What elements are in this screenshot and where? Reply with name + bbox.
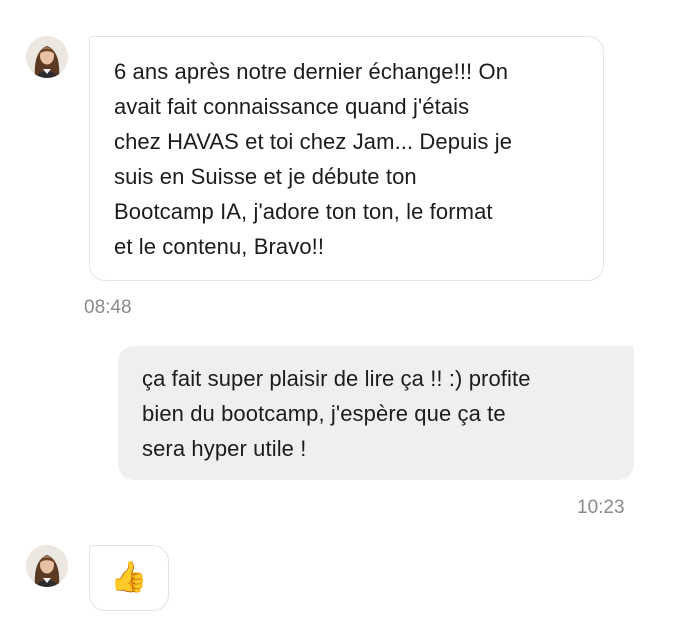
avatar-photo-icon [26,545,68,587]
message-text: 6 ans après notre dernier échange!!! On … [114,59,513,259]
message-timestamp: 08:48 [84,297,132,318]
outgoing-message-bubble[interactable]: ça fait super plaisir de lire ça !! :) p… [118,346,634,480]
incoming-message-bubble[interactable]: 6 ans après notre dernier échange!!! On … [89,36,604,281]
sender-avatar[interactable] [26,36,68,78]
message-text: ça fait super plaisir de lire ça !! :) p… [142,366,531,461]
sender-avatar[interactable] [26,545,68,587]
thumbs-up-icon: 👍 [110,561,148,594]
message-timestamp: 10:23 [577,497,625,518]
incoming-emoji-bubble[interactable]: 👍 [89,545,169,611]
avatar-photo-icon [26,36,68,78]
